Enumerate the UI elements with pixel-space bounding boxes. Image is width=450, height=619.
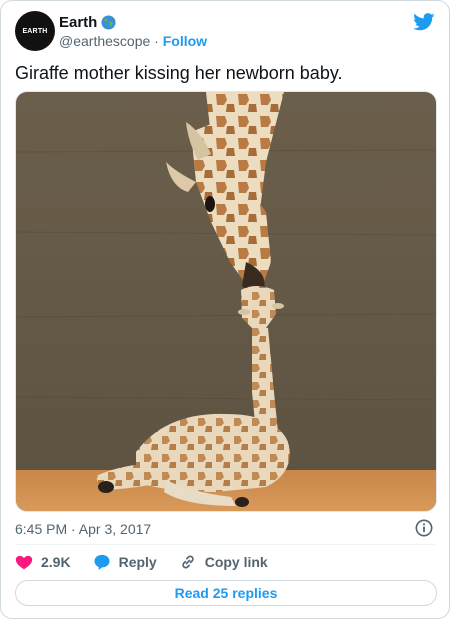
tweet-photo[interactable]: [15, 91, 437, 512]
avatar-text: EARTH: [22, 27, 48, 35]
read-replies-label: Read 25 replies: [174, 585, 278, 601]
divider: [15, 544, 435, 545]
tweet-card: EARTH Earth @earthescope · Follow Giraff…: [0, 0, 450, 619]
tweet-text: Giraffe mother kissing her newborn baby.: [15, 63, 343, 83]
reply-label: Reply: [118, 554, 157, 570]
author-handle[interactable]: @earthescope: [59, 33, 150, 49]
twitter-bird-icon[interactable]: [413, 13, 435, 31]
read-replies-button[interactable]: Read 25 replies: [15, 580, 437, 606]
author-display-name[interactable]: Earth: [59, 13, 116, 32]
tweet-header: EARTH Earth @earthescope · Follow: [15, 11, 435, 55]
reply-button[interactable]: Reply: [93, 553, 157, 571]
copy-link-button[interactable]: Copy link: [179, 553, 268, 571]
author-names: Earth @earthescope · Follow: [59, 13, 207, 51]
heart-icon: [15, 555, 33, 570]
like-count: 2.9K: [41, 554, 71, 570]
display-name-text: Earth: [59, 14, 98, 31]
reply-bubble-icon: [94, 554, 110, 570]
link-icon: [181, 555, 194, 569]
like-button[interactable]: 2.9K: [15, 553, 71, 571]
follow-link[interactable]: Follow: [163, 33, 207, 49]
tweet-actions: 2.9K Reply Copy link: [15, 552, 290, 572]
copy-link-label: Copy link: [204, 554, 268, 570]
tweet-timestamp[interactable]: 6:45 PM · Apr 3, 2017: [15, 519, 151, 539]
giraffe-photo: [16, 92, 436, 511]
globe-icon: [101, 15, 116, 30]
handle-row: @earthescope · Follow: [59, 32, 207, 51]
info-icon[interactable]: [415, 519, 433, 537]
separator: ·: [154, 33, 159, 49]
avatar[interactable]: EARTH: [15, 11, 55, 51]
